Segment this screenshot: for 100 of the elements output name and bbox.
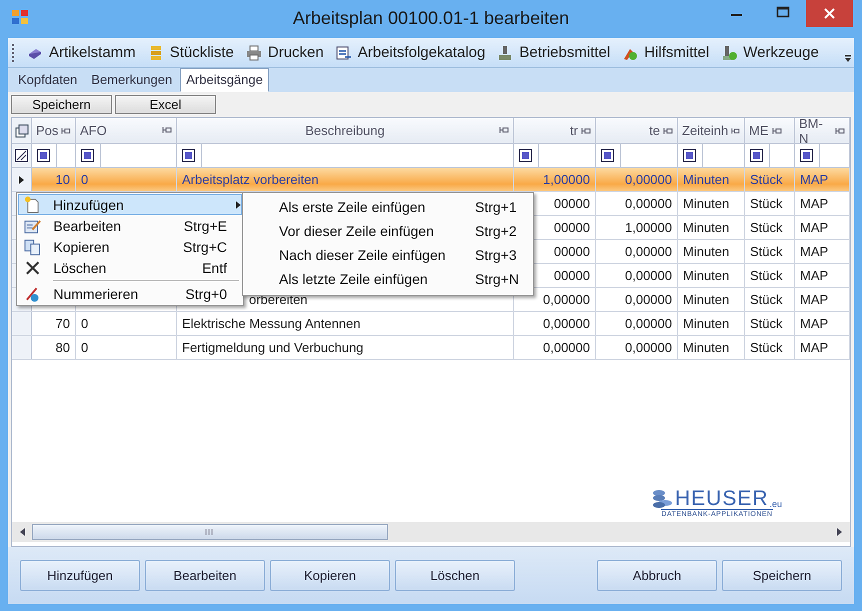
table-cell: Stück	[745, 312, 795, 335]
table-cell: 0	[76, 312, 177, 335]
table-cell: 70	[32, 312, 76, 335]
machine-icon	[497, 44, 514, 60]
table-cell: Minuten	[678, 216, 745, 239]
column-header[interactable]: Pos	[32, 118, 76, 143]
menu-item[interactable]: Hinzufügen	[18, 194, 242, 215]
table-cell: Minuten	[678, 168, 745, 191]
table-cell: MAP	[795, 336, 850, 359]
table-cell: 10	[32, 168, 76, 191]
table-cell: MAP	[795, 312, 850, 335]
grid-button[interactable]: Excel	[115, 95, 216, 114]
overflow-icon[interactable]	[844, 54, 852, 64]
pin-icon[interactable]	[499, 126, 509, 134]
table-cell: 0,00000	[596, 240, 678, 263]
filter-operator-icon[interactable]	[750, 149, 763, 162]
pin-icon[interactable]	[663, 126, 673, 134]
table-cell: 0,00000	[596, 168, 678, 191]
toolbar-button[interactable]: Hilfsmittel	[618, 42, 714, 63]
action-button[interactable]: Kopieren	[270, 560, 390, 591]
toolbar-button[interactable]: Stückliste	[144, 42, 238, 63]
column-header[interactable]: te	[596, 118, 678, 143]
table-cell: Fertigmeldung und Verbuchung	[177, 336, 514, 359]
pin-icon[interactable]	[162, 126, 172, 134]
action-button[interactable]: Löschen	[395, 560, 515, 591]
filter-operator-icon[interactable]	[81, 149, 94, 162]
filter-operator-icon[interactable]	[683, 149, 696, 162]
new-page-icon	[24, 196, 41, 214]
submenu-arrow-icon	[236, 200, 241, 208]
tool-add-icon	[721, 44, 738, 60]
toolbar-button[interactable]: Betriebsmittel	[493, 42, 614, 63]
table-cell: 0,00000	[514, 336, 596, 359]
filter-operator-icon[interactable]	[519, 149, 532, 162]
tab[interactable]: Kopfdaten	[12, 68, 84, 92]
pin-icon[interactable]	[835, 126, 845, 134]
pin-icon[interactable]	[581, 126, 591, 134]
printer-icon	[246, 44, 262, 60]
column-header[interactable]: AFO	[76, 118, 177, 143]
pin-icon[interactable]	[772, 126, 782, 134]
table-cell: Stück	[745, 168, 795, 191]
filter-operator-icon[interactable]	[601, 149, 614, 162]
column-header[interactable]: tr	[514, 118, 596, 143]
table-cell: 0,00000	[596, 192, 678, 215]
scrollbar-thumb[interactable]	[32, 524, 388, 540]
dialog-button[interactable]: Speichern	[722, 560, 842, 591]
toolbar-button[interactable]: Drucken	[242, 42, 328, 63]
table-cell: Minuten	[678, 264, 745, 287]
table-cell: Stück	[745, 264, 795, 287]
app-icon	[11, 9, 29, 25]
coins-icon	[652, 489, 674, 509]
column-header[interactable]: BM-N	[795, 118, 850, 143]
dialog-button[interactable]: Abbruch	[597, 560, 717, 591]
current-row-icon	[19, 176, 24, 184]
filter-icon[interactable]	[15, 149, 28, 162]
table-cell: 1,00000	[596, 216, 678, 239]
table-cell: 0,00000	[596, 312, 678, 335]
logo-name: HEUSER	[675, 489, 769, 509]
table-cell: Minuten	[678, 288, 745, 311]
table-cell: Minuten	[678, 336, 745, 359]
tab[interactable]: Bemerkungen	[85, 68, 178, 92]
column-header[interactable]: Beschreibung	[177, 118, 514, 143]
table-cell: 0	[76, 336, 177, 359]
action-button[interactable]: Bearbeiten	[145, 560, 265, 591]
tab[interactable]: Arbeitsgänge	[180, 68, 269, 92]
table-cell: Stück	[745, 288, 795, 311]
table-cell: 0,00000	[596, 264, 678, 287]
menu-item[interactable]: Bearbeiten Strg+E	[18, 215, 242, 236]
table-cell: Stück	[745, 240, 795, 263]
row-header[interactable]	[12, 168, 32, 191]
column-header[interactable]: Zeiteinh	[678, 118, 745, 143]
toolbar-button[interactable]: Arbeitsfolgekatalog	[332, 42, 490, 63]
pin-icon[interactable]	[731, 126, 740, 134]
toolbar-button[interactable]: Artikelstamm	[23, 42, 140, 63]
table-row[interactable]: 10 0 Arbeitsplatz vorbereiten 1,00000 0,00000 Minuten Stück MAP	[12, 168, 850, 192]
table-cell: 0	[76, 168, 177, 191]
table-row[interactable]: 80 0 Fertigmeldung und Verbuchung 0,00000 0,00000 Minuten Stück MAP	[12, 336, 850, 360]
menu-item[interactable]: Kopieren Strg+C	[18, 236, 242, 257]
table-cell: 1,00000	[514, 168, 596, 191]
filter-operator-icon[interactable]	[800, 149, 813, 162]
close-icon[interactable]	[806, 0, 853, 27]
table-cell: 0,00000	[596, 336, 678, 359]
column-chooser-icon[interactable]	[14, 124, 28, 138]
action-button[interactable]: Hinzufügen	[20, 560, 140, 591]
pin-icon[interactable]	[61, 126, 71, 134]
filter-operator-icon[interactable]	[182, 149, 195, 162]
table-cell: Stück	[745, 216, 795, 239]
table-cell: Minuten	[678, 240, 745, 263]
table-cell: Minuten	[678, 192, 745, 215]
grid-button[interactable]: Speichern	[11, 95, 112, 114]
column-header[interactable]: ME	[745, 118, 795, 143]
menu-item[interactable]: Löschen Entf	[18, 257, 242, 278]
horizontal-scrollbar[interactable]	[12, 522, 850, 542]
table-row[interactable]: 70 0 Elektrische Messung Antennen 0,00000 0,00000 Minuten Stück MAP	[12, 312, 850, 336]
filter-operator-icon[interactable]	[37, 149, 50, 162]
table-cell: MAP	[795, 192, 850, 215]
toolbar-button[interactable]: Werkzeuge	[717, 42, 823, 63]
table-cell: MAP	[795, 240, 850, 263]
copy-icon	[24, 238, 42, 256]
numbering-icon	[24, 284, 42, 302]
logo-suffix: .eu	[770, 499, 782, 509]
